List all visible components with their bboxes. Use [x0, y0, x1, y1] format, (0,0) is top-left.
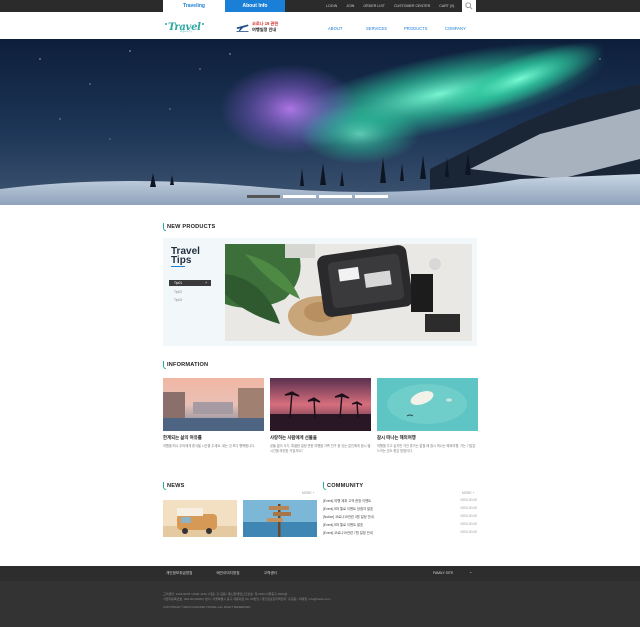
tab-about-info[interactable]: About Info: [225, 0, 285, 12]
cart-link[interactable]: CART (0): [439, 0, 454, 12]
login-link[interactable]: LOGIN: [326, 0, 337, 12]
covid-notice-banner[interactable]: 코로나 19 관련 여행일정 안내: [236, 20, 296, 34]
info-card-text: 여행을 떠나 우리에게 휴식될 시간을 주세요. 새는 것 보다 행복합니다.: [163, 444, 255, 448]
info-card-image-sunset[interactable]: [270, 378, 371, 431]
utility-nav: LOGIN JOIN ORDER LIST CUSTOMER CENTER CA…: [326, 0, 454, 12]
footer-nav-bar: [0, 566, 640, 581]
customer-center-link[interactable]: CUSTOMER CENTER: [394, 0, 430, 12]
community-row-date: 0000.00.00: [460, 522, 477, 526]
family-site-select[interactable]: FAMILY SITE: [433, 566, 453, 581]
footer-links: 개인정보취급방침 메인이미지방침 고객센터: [166, 566, 277, 581]
community-more-link[interactable]: MORE +: [462, 491, 474, 495]
plus-icon: +: [205, 281, 207, 285]
info-card-title[interactable]: 한계되는 삶의 여유를: [163, 435, 202, 441]
community-row-text: [Event] 코로나19관련 7월 일정 안내: [323, 531, 373, 535]
tip-item-selected[interactable]: Tip01 +: [169, 280, 211, 286]
hero-slider: [0, 39, 640, 205]
logo-subtitle: Agency: [180, 29, 193, 33]
packing-image: [225, 244, 472, 341]
info-card-image-sea[interactable]: [377, 378, 478, 431]
section-bracket: [163, 482, 166, 490]
logo-dot-left: [165, 23, 167, 25]
section-bracket: [163, 223, 166, 231]
community-row[interactable]: [Notice] 코로나19관련 3월 일정 안내 0000.00.00: [323, 514, 477, 521]
site-header: [0, 12, 640, 39]
order-list-link[interactable]: ORDER LIST: [363, 0, 385, 12]
info-card-title[interactable]: 사랑하는 사람에게 선물을: [270, 435, 317, 441]
nav-about[interactable]: ABOUT: [328, 26, 366, 31]
section-bracket: [323, 482, 326, 490]
community-row[interactable]: [Event] 9마 통료 이벤트 발표 0000.00.00: [323, 522, 477, 529]
tip-item[interactable]: Tip03: [174, 298, 182, 302]
community-row-date: 0000.00.00: [460, 506, 477, 510]
footer-info-area: [0, 581, 640, 627]
join-link[interactable]: JOIN: [346, 0, 354, 12]
footer-copyright: COPYRIGHT ©2020 GOHOME TRAVEL ALL RIGHT …: [163, 605, 251, 609]
community-row-text: [Event] 9마 통료 이벤트 당첨자 발표: [323, 507, 374, 511]
tips-title-line-2: Tips: [171, 255, 192, 266]
news-title: NEWS: [167, 483, 185, 489]
community-row-text: [Event] 9마 통료 이벤트 발표: [323, 523, 364, 527]
tab-traveling[interactable]: Traveling: [163, 0, 225, 12]
search-icon: [465, 2, 473, 10]
info-card-text: 공들 없이 사기, 특별한 일정 만한 여행을 가족 친구 등 있는 분인에게 …: [270, 444, 371, 453]
news-more-link[interactable]: MORE +: [302, 491, 314, 495]
news-image-signpost[interactable]: [243, 500, 317, 537]
info-card-image-venice[interactable]: [163, 378, 264, 431]
community-row-text: [Event] 여행 계획 고객 한정 이벤트: [323, 499, 372, 503]
logo[interactable]: Travel Agency: [165, 17, 208, 35]
community-row-date: 0000.00.00: [460, 498, 477, 502]
news-image-van[interactable]: [163, 500, 237, 537]
community-row-date: 0000.00.00: [460, 530, 477, 534]
nav-products[interactable]: PRODUCTS: [404, 26, 445, 31]
travel-tips-title: Travel Tips: [171, 247, 200, 266]
footer-link-image-policy[interactable]: 메인이미지방침: [216, 571, 239, 576]
slider-dot-3[interactable]: [319, 195, 352, 198]
footer-link-privacy[interactable]: 개인정보취급방침: [166, 571, 192, 576]
community-row-text: [Notice] 코로나19관련 3월 일정 안내: [323, 515, 374, 519]
travel-tips-photo: [225, 244, 472, 341]
main-nav: ABOUT SERVICES PRODUCTS COMPANY: [328, 26, 466, 31]
information-title: INFORMATION: [167, 362, 209, 368]
info-card-text: 여행을 가고 싶지만 가진 휴가는 없을 때 잠시 떠나는 해외여행, 가는 기…: [377, 444, 476, 453]
nav-company[interactable]: COMPANY: [445, 26, 466, 31]
airplane-icon: [236, 24, 249, 32]
top-bar: [0, 0, 640, 12]
tips-underline: [171, 266, 185, 267]
tip-item[interactable]: Tip02: [174, 290, 182, 294]
search-button[interactable]: [462, 0, 476, 12]
community-row[interactable]: [Event] 9마 통료 이벤트 당첨자 발표 0000.00.00: [323, 506, 477, 513]
community-row[interactable]: [Event] 코로나19관련 7월 일정 안내 0000.00.00: [323, 530, 477, 537]
banner-line-2: 여행일정 안내: [252, 27, 277, 32]
new-products-title: NEW PRODUCTS: [167, 224, 216, 230]
chevron-up-icon[interactable]: ⌃: [469, 566, 472, 581]
footer-info-line: 고객센터: 1234-5678 / 0000-1234 | 대표: 홍 길동 |…: [163, 592, 288, 596]
footer-info-line: 사업자등록번호: 000-00-00000 | 본사: 서울특별시 중구 세종대…: [163, 597, 331, 601]
slider-dot-4[interactable]: [355, 195, 388, 198]
community-row-date: 0000.00.00: [460, 514, 477, 518]
slider-dot-1[interactable]: [247, 195, 280, 198]
section-bracket: [163, 361, 166, 369]
community-title: COMMUNITY: [327, 483, 364, 489]
slider-dot-2[interactable]: [283, 195, 316, 198]
nav-services[interactable]: SERVICES: [366, 26, 404, 31]
info-card-title[interactable]: 잠시 떠나는 해외여행: [377, 435, 416, 441]
tip-label: Tip01: [174, 281, 183, 285]
logo-dot-right: [202, 23, 204, 25]
community-row[interactable]: [Event] 여행 계획 고객 한정 이벤트 0000.00.00: [323, 498, 477, 505]
aurora-image: [0, 39, 640, 205]
slider-pagination: [247, 195, 388, 198]
footer-link-customer-center[interactable]: 고객센터: [264, 571, 277, 576]
